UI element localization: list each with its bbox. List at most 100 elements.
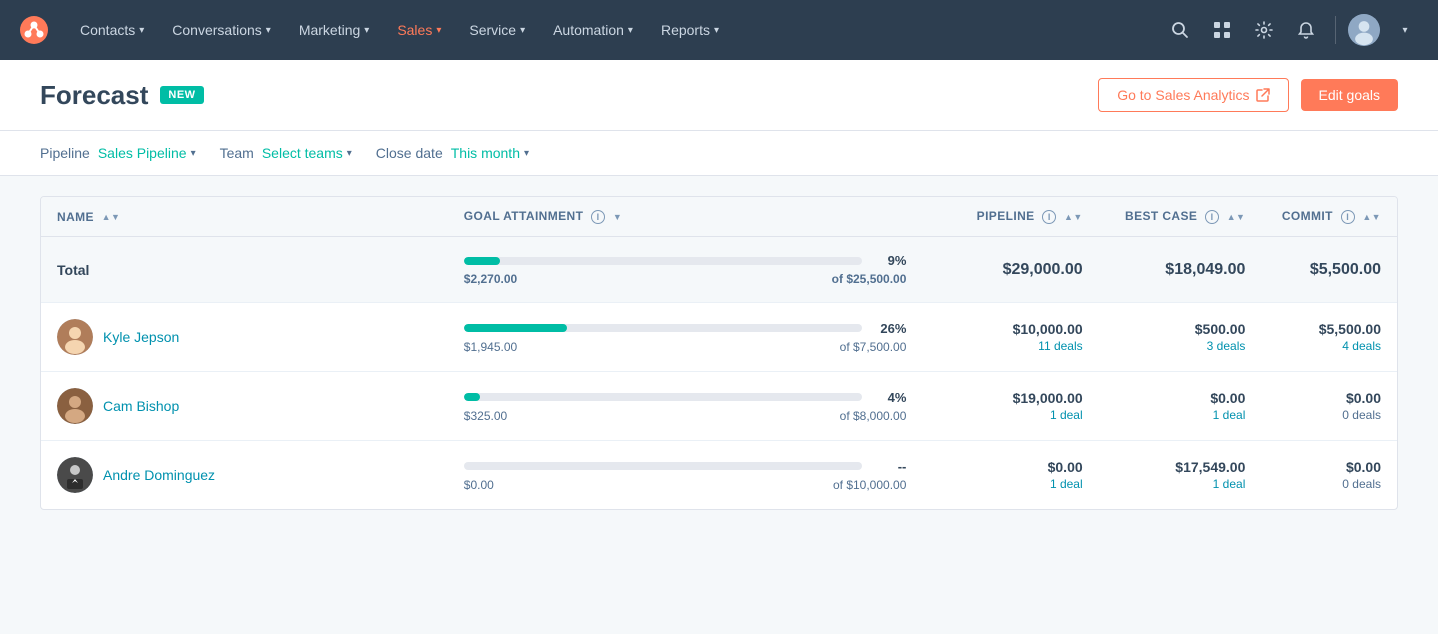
nav-item-reports[interactable]: Reports ▾ (649, 16, 731, 44)
chevron-down-icon: ▾ (266, 25, 271, 36)
notifications-icon[interactable] (1289, 13, 1323, 47)
bestcase-amount: $500.00 (1115, 321, 1246, 337)
filters-bar: Pipeline Sales Pipeline ▾ Team Select te… (0, 131, 1438, 176)
team-select[interactable]: Select teams ▾ (262, 145, 352, 161)
nav-icons: ▾ (1163, 13, 1422, 47)
goal-bar-fill (464, 393, 480, 401)
col-header-bestcase: BEST CASE i ▲▼ (1099, 197, 1262, 237)
person-name-link[interactable]: Kyle Jepson (103, 329, 179, 345)
goal-amount: $0.00 (464, 478, 494, 492)
closedate-select[interactable]: This month ▾ (451, 145, 529, 161)
marketplace-icon[interactable] (1205, 13, 1239, 47)
pipeline-amount: $0.00 (938, 459, 1082, 475)
total-row: Total 9% $2,270.00 of $25,500.00 (41, 237, 1397, 303)
commit-amount: $0.00 (1277, 459, 1381, 475)
goal-pct: -- (870, 459, 906, 474)
bestcase-amount: $0.00 (1115, 390, 1246, 406)
account-chevron-icon[interactable]: ▾ (1388, 13, 1422, 47)
pipeline-sort-icon[interactable]: ▲▼ (1064, 212, 1083, 222)
total-pipeline-cell: $29,000.00 (922, 237, 1098, 303)
commit-info-icon[interactable]: i (1341, 210, 1355, 224)
commit-sort-icon[interactable]: ▲▼ (1362, 212, 1381, 222)
pipeline-deals[interactable]: 11 deals (938, 339, 1082, 353)
table-row: Kyle Jepson 26% $1,945.00 of $7,500.00 $… (41, 303, 1397, 372)
person-name-cell: Andre Dominguez (41, 441, 448, 510)
nav-item-automation[interactable]: Automation ▾ (541, 16, 645, 44)
bestcase-cell: $0.00 1 deal (1099, 372, 1262, 441)
pipeline-cell: $19,000.00 1 deal (922, 372, 1098, 441)
person-goal-cell: -- $0.00 of $10,000.00 (448, 441, 923, 510)
col-header-goal: GOAL ATTAINMENT i ▼ (448, 197, 923, 237)
closedate-chevron-icon: ▾ (524, 148, 529, 159)
goal-of: of $8,000.00 (840, 409, 907, 423)
goal-bar-fill (464, 324, 568, 332)
team-label: Team (220, 145, 254, 161)
edit-goals-button[interactable]: Edit goals (1301, 79, 1398, 111)
goal-sort-icon[interactable]: ▼ (613, 212, 622, 222)
person-name-link[interactable]: Cam Bishop (103, 398, 179, 414)
pipeline-cell: $0.00 1 deal (922, 441, 1098, 510)
goal-info-icon[interactable]: i (591, 210, 605, 224)
nav-item-marketing[interactable]: Marketing ▾ (287, 16, 382, 44)
table-row: Cam Bishop 4% $325.00 of $8,000.00 $19,0… (41, 372, 1397, 441)
goal-amount: $1,945.00 (464, 340, 517, 354)
pipeline-filter: Pipeline Sales Pipeline ▾ (40, 145, 196, 161)
pipeline-deals[interactable]: 1 deal (938, 477, 1082, 491)
person-name-link[interactable]: Andre Dominguez (103, 467, 215, 483)
name-sort-icon[interactable]: ▲▼ (102, 212, 121, 222)
nav-item-service[interactable]: Service ▾ (457, 16, 537, 44)
col-header-pipeline: PIPELINE i ▲▼ (922, 197, 1098, 237)
bestcase-deals[interactable]: 1 deal (1115, 408, 1246, 422)
nav-item-conversations[interactable]: Conversations ▾ (160, 16, 283, 44)
pipeline-chevron-icon: ▾ (191, 148, 196, 159)
goal-bar-bg (464, 324, 863, 332)
person-goal-cell: 26% $1,945.00 of $7,500.00 (448, 303, 923, 372)
nav-item-contacts[interactable]: Contacts ▾ (68, 16, 156, 44)
pipeline-info-icon[interactable]: i (1042, 210, 1056, 224)
pipeline-amount: $19,000.00 (938, 390, 1082, 406)
nav-divider (1335, 16, 1336, 44)
commit-deals[interactable]: 4 deals (1277, 339, 1381, 353)
commit-deals[interactable]: 0 deals (1277, 408, 1381, 422)
total-goal-bar-fill (464, 257, 500, 265)
bestcase-info-icon[interactable]: i (1205, 210, 1219, 224)
pipeline-cell: $10,000.00 11 deals (922, 303, 1098, 372)
bestcase-amount: $17,549.00 (1115, 459, 1246, 475)
external-link-icon (1256, 88, 1270, 102)
bestcase-cell: $500.00 3 deals (1099, 303, 1262, 372)
total-goal-amount: $2,270.00 (464, 272, 517, 286)
bestcase-deals[interactable]: 1 deal (1115, 477, 1246, 491)
user-avatar[interactable] (1348, 14, 1380, 46)
settings-icon[interactable] (1247, 13, 1281, 47)
pipeline-label: Pipeline (40, 145, 90, 161)
person-goal-cell: 4% $325.00 of $8,000.00 (448, 372, 923, 441)
pipeline-deals[interactable]: 1 deal (938, 408, 1082, 422)
pipeline-amount: $10,000.00 (938, 321, 1082, 337)
navbar: Contacts ▾ Conversations ▾ Marketing ▾ S… (0, 0, 1438, 60)
search-icon[interactable] (1163, 13, 1197, 47)
hubspot-logo[interactable] (16, 12, 52, 48)
person-avatar (57, 388, 93, 424)
team-chevron-icon: ▾ (347, 148, 352, 159)
bestcase-sort-icon[interactable]: ▲▼ (1227, 212, 1246, 222)
pipeline-select[interactable]: Sales Pipeline ▾ (98, 145, 196, 161)
total-commit-amount: $5,500.00 (1277, 261, 1381, 279)
team-filter: Team Select teams ▾ (220, 145, 352, 161)
page-title-area: Forecast NEW (40, 80, 204, 111)
goal-amount: $325.00 (464, 409, 507, 423)
goal-of: of $7,500.00 (840, 340, 907, 354)
nav-item-sales[interactable]: Sales ▾ (385, 16, 453, 44)
commit-cell: $5,500.00 4 deals (1261, 303, 1397, 372)
col-header-name: NAME ▲▼ (41, 197, 448, 237)
total-goal-of: of $25,500.00 (832, 272, 907, 286)
page-title: Forecast (40, 80, 148, 111)
total-bestcase-amount: $18,049.00 (1115, 261, 1246, 279)
chevron-down-icon: ▾ (520, 25, 525, 36)
col-header-commit: COMMIT i ▲▼ (1261, 197, 1397, 237)
sales-analytics-button[interactable]: Go to Sales Analytics (1098, 78, 1288, 112)
commit-deals[interactable]: 0 deals (1277, 477, 1381, 491)
closedate-label: Close date (376, 145, 443, 161)
bestcase-deals[interactable]: 3 deals (1115, 339, 1246, 353)
chevron-down-icon: ▾ (714, 25, 719, 36)
person-avatar (57, 457, 93, 493)
